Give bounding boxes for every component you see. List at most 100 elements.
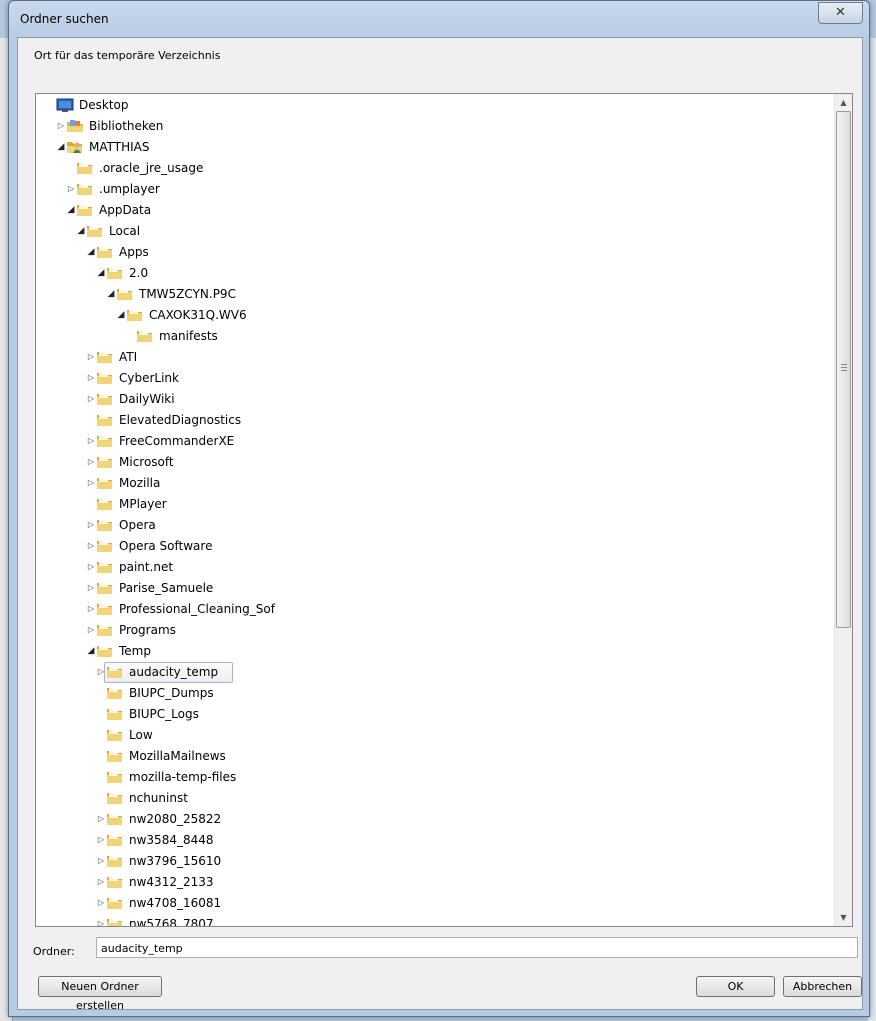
collapse-arrow-icon[interactable]: ◢ bbox=[76, 226, 86, 236]
folder-icon bbox=[96, 538, 114, 554]
tree-item[interactable]: ▷ nw4312_2133 bbox=[36, 872, 834, 893]
tree-item[interactable]: BIUPC_Dumps bbox=[36, 683, 834, 704]
close-button[interactable]: ✕ bbox=[818, 2, 863, 24]
expand-arrow-icon[interactable]: ▷ bbox=[86, 541, 96, 551]
tree-item-label: ElevatedDiagnostics bbox=[119, 413, 242, 427]
collapse-arrow-icon[interactable]: ◢ bbox=[116, 310, 126, 320]
new-folder-button[interactable]: Neuen Ordner erstellen bbox=[38, 976, 162, 1012]
folder-icon bbox=[106, 811, 124, 827]
ok-button[interactable]: OK bbox=[696, 976, 775, 997]
scroll-up-arrow-icon[interactable]: ▲ bbox=[835, 94, 852, 111]
tree-item[interactable]: MozillaMailnews bbox=[36, 746, 834, 767]
tree-item[interactable]: ▷ nw3796_15610 bbox=[36, 851, 834, 872]
tree-item[interactable]: ▷ .umplayer bbox=[36, 179, 834, 200]
vertical-scrollbar[interactable]: ▲ ▼ bbox=[834, 94, 852, 926]
expand-arrow-icon[interactable]: ▷ bbox=[86, 625, 96, 635]
tree-item[interactable]: ▷ paint.net bbox=[36, 557, 834, 578]
expand-arrow-icon[interactable]: ▷ bbox=[86, 562, 96, 572]
tree-item[interactable]: ElevatedDiagnostics bbox=[36, 410, 834, 431]
tree-item[interactable]: ▷ audacity_temp bbox=[36, 662, 834, 683]
tree-item[interactable]: ▷ ATI bbox=[36, 347, 834, 368]
expand-arrow-icon[interactable]: ▷ bbox=[86, 478, 96, 488]
tree-item[interactable]: ◢ Temp bbox=[36, 641, 834, 662]
expand-arrow-icon[interactable]: ▷ bbox=[86, 457, 96, 467]
tree-item[interactable]: ▷ FreeCommanderXE bbox=[36, 431, 834, 452]
tree-item-label: 2.0 bbox=[129, 266, 149, 280]
folder-name-field[interactable]: audacity_temp bbox=[96, 937, 858, 958]
collapse-arrow-icon[interactable]: ◢ bbox=[66, 205, 76, 215]
cancel-button[interactable]: Abbrechen bbox=[783, 976, 862, 997]
expand-arrow-icon[interactable]: ▷ bbox=[86, 394, 96, 404]
desktop-icon bbox=[56, 97, 74, 113]
expand-arrow-icon[interactable]: ▷ bbox=[96, 898, 106, 908]
user-folder-icon bbox=[66, 139, 84, 155]
tree-item[interactable]: ▷ Professional_Cleaning_Sof bbox=[36, 599, 834, 620]
expand-arrow-icon[interactable]: ▷ bbox=[86, 520, 96, 530]
tree-item[interactable]: Low bbox=[36, 725, 834, 746]
tree-item[interactable]: ▷ CyberLink bbox=[36, 368, 834, 389]
expand-arrow-icon[interactable]: ▷ bbox=[86, 373, 96, 383]
expand-arrow-icon[interactable]: ▷ bbox=[56, 121, 66, 131]
tree-item-label: .oracle_jre_usage bbox=[99, 161, 204, 175]
tree-item-label: nw5768_7807 bbox=[129, 917, 214, 927]
expand-arrow-icon[interactable]: ▷ bbox=[86, 352, 96, 362]
tree-item[interactable]: .oracle_jre_usage bbox=[36, 158, 834, 179]
tree-item[interactable]: ▷ nw2080_25822 bbox=[36, 809, 834, 830]
expand-arrow-icon[interactable]: ▷ bbox=[86, 436, 96, 446]
tree-item[interactable]: ▷ Parise_Samuele bbox=[36, 578, 834, 599]
browse-folder-dialog: Ordner suchen ✕ Ort für das temporäre Ve… bbox=[8, 0, 870, 1017]
expand-arrow-icon[interactable]: ▷ bbox=[96, 856, 106, 866]
tree-item[interactable]: ▷ Opera Software bbox=[36, 536, 834, 557]
collapse-arrow-icon[interactable]: ◢ bbox=[106, 289, 116, 299]
title-bar[interactable]: Ordner suchen ✕ bbox=[9, 1, 869, 37]
tree-item[interactable]: ▷ Bibliotheken bbox=[36, 116, 834, 137]
tree-item[interactable]: ▷ nw4708_16081 bbox=[36, 893, 834, 914]
tree-item[interactable]: ◢ Local bbox=[36, 221, 834, 242]
tree-item[interactable]: ◢ MATTHIAS bbox=[36, 137, 834, 158]
tree-item[interactable]: ▷ Microsoft bbox=[36, 452, 834, 473]
tree-item[interactable]: mozilla-temp-files bbox=[36, 767, 834, 788]
tree-item[interactable]: ◢ Apps bbox=[36, 242, 834, 263]
expand-arrow-icon[interactable]: ▷ bbox=[66, 184, 76, 194]
tree-item[interactable]: BIUPC_Logs bbox=[36, 704, 834, 725]
expand-arrow-icon[interactable]: ▷ bbox=[96, 835, 106, 845]
scroll-thumb[interactable] bbox=[836, 111, 851, 628]
tree-item-label: Parise_Samuele bbox=[119, 581, 214, 595]
folder-icon bbox=[106, 895, 124, 911]
tree-item[interactable]: ◢ TMW5ZCYN.P9C bbox=[36, 284, 834, 305]
thumb-grip bbox=[841, 364, 847, 365]
folder-tree[interactable]: Desktop ▷ Bibliotheken ◢ MATTHIAS .oracle_jre… bbox=[35, 93, 853, 927]
tree-item[interactable]: ◢ CAXOK31Q.WV6 bbox=[36, 305, 834, 326]
collapse-arrow-icon[interactable]: ◢ bbox=[56, 142, 66, 152]
collapse-arrow-icon[interactable]: ◢ bbox=[86, 646, 96, 656]
expand-arrow-icon[interactable]: ▷ bbox=[96, 919, 106, 926]
collapse-arrow-icon[interactable]: ◢ bbox=[86, 247, 96, 257]
tree-item[interactable]: nchuninst bbox=[36, 788, 834, 809]
tree-item[interactable]: manifests bbox=[36, 326, 834, 347]
expand-arrow-icon[interactable]: ▷ bbox=[96, 877, 106, 887]
tree-item[interactable]: ▷ nw5768_7807 bbox=[36, 914, 834, 927]
tree-item-label: Programs bbox=[119, 623, 176, 637]
tree-item[interactable]: MPlayer bbox=[36, 494, 834, 515]
expand-arrow-icon[interactable]: ▷ bbox=[96, 814, 106, 824]
folder-icon bbox=[76, 181, 94, 197]
tree-item[interactable]: ▷ Mozilla bbox=[36, 473, 834, 494]
tree-item-label: mozilla-temp-files bbox=[129, 770, 237, 784]
tree-item[interactable]: ▷ nw3584_8448 bbox=[36, 830, 834, 851]
tree-item-label: BIUPC_Logs bbox=[129, 707, 199, 721]
tree-item-label: Low bbox=[129, 728, 153, 742]
tree-item[interactable]: ▷ Programs bbox=[36, 620, 834, 641]
expand-arrow-icon[interactable]: ▷ bbox=[86, 583, 96, 593]
tree-item[interactable]: ◢ 2.0 bbox=[36, 263, 834, 284]
scroll-down-arrow-icon[interactable]: ▼ bbox=[835, 909, 852, 926]
collapse-arrow-icon[interactable]: ◢ bbox=[96, 268, 106, 278]
tree-item[interactable]: ▷ DailyWiki bbox=[36, 389, 834, 410]
tree-item[interactable]: Desktop bbox=[36, 95, 834, 116]
folder-icon bbox=[96, 559, 114, 575]
tree-item[interactable]: ▷ Opera bbox=[36, 515, 834, 536]
folder-icon bbox=[96, 475, 114, 491]
tree-item[interactable]: ◢ AppData bbox=[36, 200, 834, 221]
folder-icon bbox=[106, 832, 124, 848]
tree-item-label: CAXOK31Q.WV6 bbox=[149, 308, 247, 322]
expand-arrow-icon[interactable]: ▷ bbox=[86, 604, 96, 614]
